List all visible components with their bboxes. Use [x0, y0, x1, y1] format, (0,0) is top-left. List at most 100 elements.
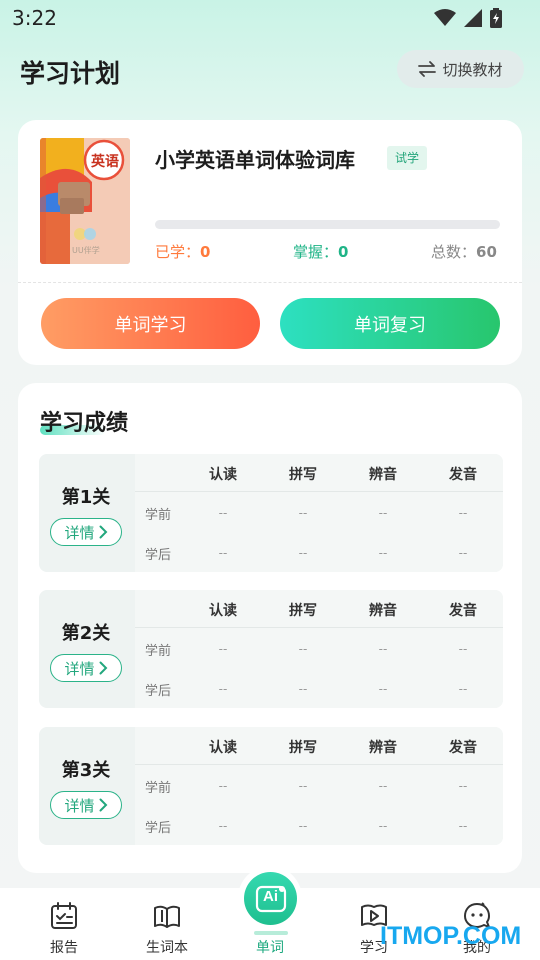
level-score-table: 认读 拼写 辨音 发音 学前 -- -- -- -- 学后 -- -- -- -…	[135, 454, 503, 572]
table-cell: --	[298, 682, 308, 696]
level-left: 第2关 详情	[39, 590, 133, 708]
status-time: 3:22	[12, 6, 57, 30]
detail-label: 详情	[64, 796, 95, 815]
level-name: 第1关	[61, 487, 111, 508]
table-cell: --	[218, 506, 228, 520]
table-header: 认读 拼写 辨音 发音	[135, 590, 503, 628]
row-label-before: 学前	[145, 781, 172, 796]
stat-mastered-value: 0	[338, 243, 349, 261]
stat-total: 总数：60	[431, 241, 497, 262]
column-header: 发音	[449, 740, 477, 756]
table-cell: --	[298, 642, 308, 656]
column-header: 辨音	[369, 740, 397, 756]
row-label-after: 学后	[145, 548, 172, 563]
nav-item-vocab-book[interactable]: 生词本	[127, 888, 207, 960]
stat-learned-label: 已学：	[155, 243, 201, 261]
nav-item-report[interactable]: 报告	[24, 888, 104, 960]
book-card: 英语 UU伴学 小学英语单词体验词库 试学 已学：0 掌握：0 总数：60 单词…	[18, 120, 522, 365]
word-learn-button[interactable]: 单词学习	[41, 298, 260, 349]
level-score-table: 认读 拼写 辨音 发音 学前 -- -- -- -- 学后 -- -- -- -…	[135, 727, 503, 845]
card-divider	[18, 282, 522, 283]
level-card-3: 第3关 详情 认读 拼写 辨音 发音 学前 -- -- -- -- 学后 -- …	[39, 727, 503, 845]
column-header: 辨音	[369, 603, 397, 619]
table-cell: --	[218, 642, 228, 656]
table-cell: --	[378, 682, 388, 696]
chevron-right-icon	[99, 798, 107, 812]
swap-icon	[418, 61, 437, 77]
column-header: 拼写	[289, 740, 317, 756]
row-label-before: 学前	[145, 508, 172, 523]
table-cell: --	[298, 546, 308, 560]
signal-icon	[464, 9, 482, 27]
row-label-after: 学后	[145, 684, 172, 699]
table-cell: --	[378, 779, 388, 793]
table-cell: --	[378, 546, 388, 560]
results-card: 学习成绩 第1关 详情 认读 拼写 辨音 发音 学前 -- -- -- -- 学…	[18, 383, 522, 873]
switch-textbook-button[interactable]: 切换教材	[397, 50, 524, 88]
detail-label: 详情	[64, 659, 95, 678]
nav-label: 生词本	[146, 940, 188, 956]
table-cell: --	[378, 506, 388, 520]
level-1-detail-button[interactable]: 详情	[50, 518, 122, 546]
level-score-table: 认读 拼写 辨音 发音 学前 -- -- -- -- 学后 -- -- -- -…	[135, 590, 503, 708]
level-2-detail-button[interactable]: 详情	[50, 654, 122, 682]
report-icon	[51, 902, 77, 929]
status-icons	[434, 8, 502, 28]
wifi-icon	[434, 9, 456, 26]
column-header: 认读	[209, 740, 237, 756]
results-title: 学习成绩	[40, 411, 129, 436]
book-icon	[154, 905, 180, 928]
row-label-before: 学前	[145, 644, 172, 659]
nav-label: 报告	[50, 940, 78, 956]
stat-total-label: 总数：	[431, 243, 477, 261]
level-name: 第3关	[61, 760, 111, 781]
book-cover-brand: UU伴学	[72, 246, 100, 255]
word-review-button[interactable]: 单词复习	[280, 298, 500, 349]
book-cover[interactable]: 英语 UU伴学	[40, 138, 130, 264]
detail-label: 详情	[64, 523, 95, 542]
stat-learned: 已学：0	[155, 241, 210, 262]
table-header: 认读 拼写 辨音 发音	[135, 727, 503, 765]
book-cover-title: 英语	[91, 154, 119, 170]
table-cell: --	[298, 779, 308, 793]
battery-icon	[490, 8, 502, 28]
table-cell: --	[378, 642, 388, 656]
row-label-after: 学后	[145, 821, 172, 836]
trial-badge: 试学	[387, 146, 428, 170]
table-cell: --	[458, 642, 468, 656]
column-header: 认读	[209, 467, 237, 483]
table-cell: --	[218, 819, 228, 833]
table-cell: --	[458, 682, 468, 696]
table-cell: --	[458, 819, 468, 833]
table-cell: --	[218, 779, 228, 793]
level-left: 第3关 详情	[39, 727, 133, 845]
table-cell: --	[298, 506, 308, 520]
stat-mastered: 掌握：0	[293, 241, 348, 262]
table-cell: --	[458, 506, 468, 520]
table-header: 认读 拼写 辨音 发音	[135, 454, 503, 492]
watermark: ITMOP.COM	[380, 922, 522, 950]
column-header: 认读	[209, 603, 237, 619]
stat-mastered-label: 掌握：	[293, 243, 339, 261]
level-card-2: 第2关 详情 认读 拼写 辨音 发音 学前 -- -- -- -- 学后 -- …	[39, 590, 503, 708]
results-heading: 学习成绩	[40, 405, 128, 437]
level-left: 第1关 详情	[39, 454, 133, 572]
nav-active-indicator	[254, 931, 288, 935]
table-cell: --	[218, 682, 228, 696]
column-header: 发音	[449, 467, 477, 483]
status-bar: 3:22	[0, 0, 540, 36]
nav-item-words[interactable]: 单词	[230, 888, 310, 960]
chevron-right-icon	[99, 661, 107, 675]
table-cell: --	[458, 779, 468, 793]
level-card-1: 第1关 详情 认读 拼写 辨音 发音 学前 -- -- -- -- 学后 -- …	[39, 454, 503, 572]
nav-label-active: 单词	[256, 940, 284, 956]
table-cell: --	[218, 546, 228, 560]
stat-learned-value: 0	[200, 243, 211, 261]
column-header: 辨音	[369, 467, 397, 483]
table-cell: --	[458, 546, 468, 560]
switch-textbook-label: 切换教材	[442, 60, 503, 79]
column-header: 拼写	[289, 467, 317, 483]
chevron-right-icon	[99, 525, 107, 539]
level-3-detail-button[interactable]: 详情	[50, 791, 122, 819]
stat-total-value: 60	[476, 243, 497, 261]
